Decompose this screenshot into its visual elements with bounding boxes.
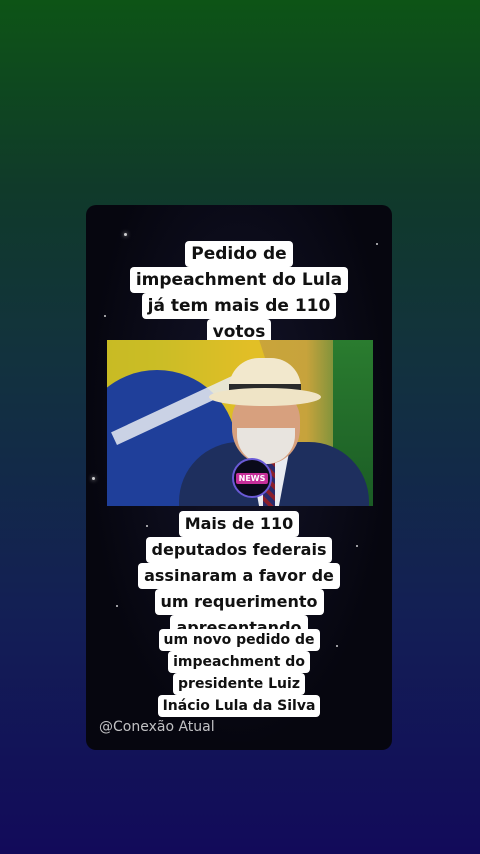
news-badge-icon: NEWS [232,458,272,498]
hat-brim [209,388,321,406]
body-line: deputados federais [145,537,333,563]
star [92,477,95,480]
headline-line: impeachment do Lula [129,267,349,293]
headline-caption: Pedido de impeachment do Lula já tem mai… [86,241,392,345]
story-card: Pedido de impeachment do Lula já tem mai… [86,205,392,750]
news-badge-label: NEWS [235,472,269,484]
body-line: um requerimento [154,589,324,615]
body-caption-continued: um novo pedido de impeachment do preside… [86,629,392,717]
watermark-handle: @Conexão Atual [99,719,215,735]
video-screen: Pedido de impeachment do Lula já tem mai… [0,0,480,854]
body-line: Inácio Lula da Silva [157,695,321,717]
news-photo: NEWS [107,340,373,506]
headline-line: já tem mais de 110 [141,293,337,319]
body-caption: Mais de 110 deputados federais assinaram… [86,511,392,641]
body-line: um novo pedido de [158,629,320,651]
headline-line: Pedido de [185,241,293,267]
body-line: presidente Luiz [173,673,305,695]
body-line: impeachment do [168,651,310,673]
body-line: Mais de 110 [178,511,300,537]
star [124,233,127,236]
body-line: assinaram a favor de [138,563,340,589]
